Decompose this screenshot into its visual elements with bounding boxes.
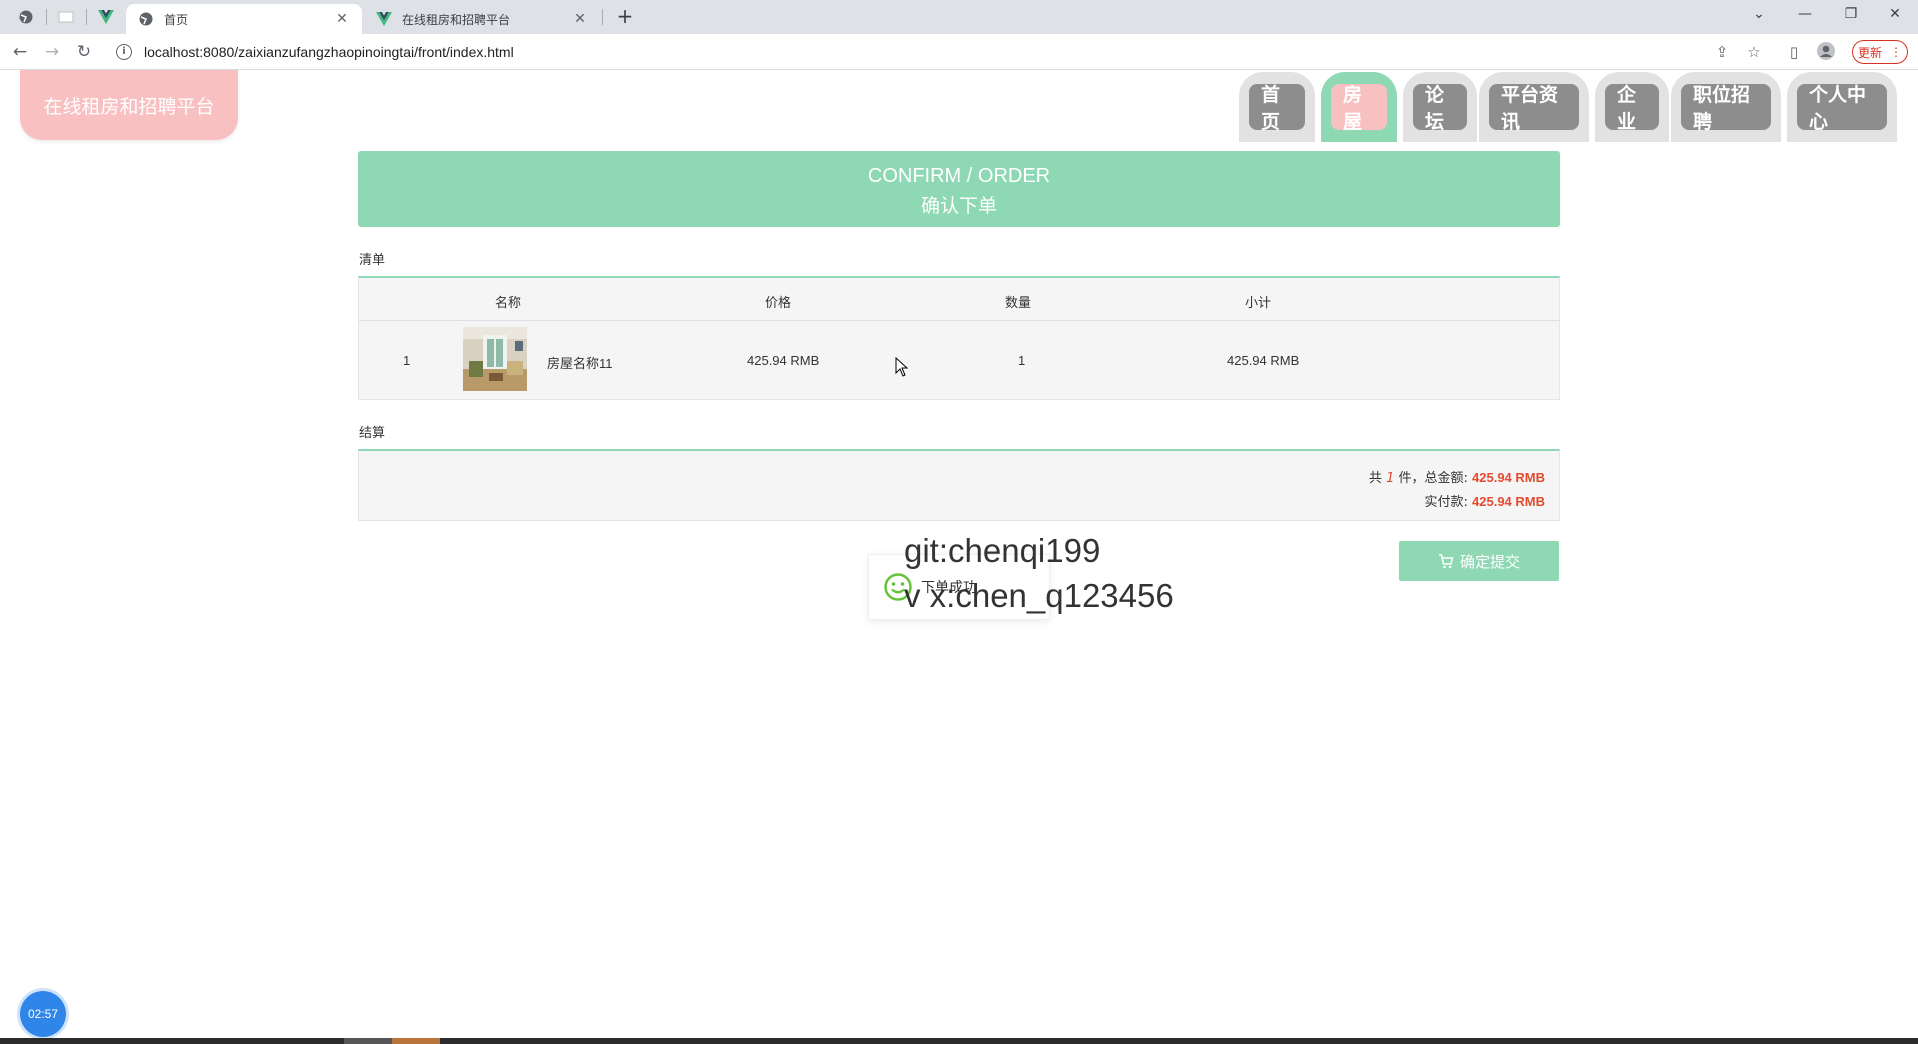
nav-label: 企业 — [1605, 84, 1659, 133]
nav-label: 论坛 — [1413, 84, 1467, 133]
back-arrow-icon[interactable]: ← — [8, 40, 32, 64]
settlement-section-label: 结算 — [359, 426, 386, 441]
blank-page-icon — [58, 11, 74, 23]
item-count: 1 — [1386, 471, 1395, 486]
order-list-table: 名称 价格 数量 小计 1 房屋名称11 425.94 RMB 1 425.94… — [358, 276, 1560, 400]
nav-home[interactable]: 首页 — [1239, 72, 1315, 142]
total-line: 共 1 件，总金额: 425.94 RMB — [1369, 467, 1545, 486]
column-header-price: 价格 — [765, 296, 792, 311]
more-menu-icon: ⋮ — [1890, 45, 1902, 59]
row-name: 房屋名称11 — [547, 356, 613, 371]
row-price: 425.94 RMB — [747, 353, 820, 368]
tab-platform[interactable]: 在线租房和招聘平台 ✕ — [364, 4, 600, 34]
nav-label: 平台资讯 — [1489, 84, 1579, 133]
sidebar-icon[interactable]: ▯ — [1784, 42, 1804, 62]
total-amount: 425.94 RMB — [1472, 470, 1545, 485]
profile-avatar-icon[interactable] — [1816, 42, 1836, 62]
row-qty: 1 — [1018, 353, 1026, 368]
row-divider — [359, 320, 1559, 321]
browser-toolbar: ← → ↻ i localhost:8080/zaixianzufangzhao… — [0, 34, 1918, 70]
column-header-qty: 数量 — [1005, 296, 1032, 311]
paid-amount: 425.94 RMB — [1472, 494, 1545, 509]
address-bar[interactable]: i localhost:8080/zaixianzufangzhaopinoin… — [108, 38, 1788, 66]
shopping-cart-icon — [1438, 553, 1454, 568]
close-window-button[interactable]: ✕ — [1872, 0, 1918, 30]
share-icon[interactable]: ⇪ — [1712, 42, 1732, 62]
tab-separator — [46, 9, 47, 25]
tab-title: 在线租房和招聘平台 — [402, 12, 511, 27]
house-thumbnail[interactable] — [463, 327, 527, 391]
nav-label: 首页 — [1249, 84, 1305, 133]
submit-label: 确定提交 — [1459, 552, 1520, 571]
paid-line: 实付款: 425.94 RMB — [1424, 491, 1545, 510]
total-prefix: 共 — [1368, 471, 1382, 486]
total-mid: 件，总金额: — [1398, 471, 1468, 486]
reload-icon[interactable]: ↻ — [72, 40, 96, 64]
close-icon[interactable]: ✕ — [572, 11, 588, 27]
globe-icon — [139, 12, 153, 26]
banner-title-en: CONFIRM / ORDER — [867, 165, 1051, 187]
star-icon[interactable]: ☆ — [1744, 42, 1764, 62]
list-section-label: 清单 — [359, 253, 386, 268]
close-icon[interactable]: ✕ — [334, 11, 350, 27]
restore-button[interactable]: ❐ — [1828, 0, 1874, 30]
site-info-icon[interactable]: i — [116, 44, 132, 60]
minimize-button[interactable]: — — [1782, 0, 1828, 30]
new-tab-button[interactable]: + — [612, 5, 638, 29]
nav-news[interactable]: 平台资讯 — [1479, 72, 1589, 142]
paid-prefix: 实付款: — [1424, 495, 1468, 510]
watermark-line-1: git:chenqi199 — [904, 532, 1101, 569]
site-logo[interactable]: 在线租房和招聘平台 — [20, 70, 238, 140]
nav-jobs[interactable]: 职位招聘 — [1671, 72, 1781, 142]
pinned-tab-vue[interactable] — [92, 6, 120, 28]
nav-user-center[interactable]: 个人中心 — [1787, 72, 1897, 142]
banner-title-cn: 确认下单 — [920, 195, 997, 217]
vue-logo-icon — [376, 12, 392, 26]
nav-label: 房屋 — [1331, 84, 1387, 133]
taskbar-edge — [0, 1038, 1918, 1044]
globe-icon — [19, 10, 33, 24]
floating-timer-badge[interactable]: 02:57 — [20, 991, 66, 1037]
confirm-order-banner: CONFIRM / ORDER 确认下单 — [358, 151, 1560, 227]
forward-arrow-icon[interactable]: → — [40, 40, 64, 64]
update-button[interactable]: 更新 ⋮ — [1852, 40, 1908, 64]
pinned-tab-blank[interactable] — [52, 6, 80, 28]
tab-search-chevron-icon[interactable]: ⌄ — [1736, 0, 1782, 30]
browser-tab-strip: 首页 ✕ 在线租房和招聘平台 ✕ + ⌄ — ❐ ✕ — [0, 0, 1918, 34]
column-header-subtotal: 小计 — [1245, 296, 1272, 311]
submit-order-button[interactable]: 确定提交 — [1399, 541, 1559, 581]
tab-separator — [86, 9, 87, 25]
nav-label: 职位招聘 — [1681, 84, 1771, 133]
tab-title: 首页 — [164, 12, 189, 27]
row-index: 1 — [403, 353, 411, 368]
column-header-name: 名称 — [495, 296, 522, 311]
taskbar-segment — [344, 1038, 392, 1044]
mouse-cursor-icon — [895, 356, 909, 381]
pinned-tab-globe[interactable] — [12, 6, 40, 28]
url-text[interactable]: localhost:8080/zaixianzufangzhaopinoingt… — [144, 44, 514, 60]
nav-enterprise[interactable]: 企业 — [1595, 72, 1669, 142]
watermark-line-2: v x:chen_q123456 — [904, 577, 1174, 614]
nav-housing[interactable]: 房屋 — [1321, 72, 1397, 142]
vue-logo-icon — [98, 10, 114, 24]
taskbar-segment — [392, 1038, 440, 1044]
update-label: 更新 — [1857, 45, 1882, 60]
tab-separator — [602, 9, 603, 25]
settlement-box: 共 1 件，总金额: 425.94 RMB 实付款: 425.94 RMB — [358, 449, 1560, 521]
row-subtotal: 425.94 RMB — [1227, 353, 1300, 368]
tab-home[interactable]: 首页 ✕ — [126, 4, 362, 34]
nav-forum[interactable]: 论坛 — [1403, 72, 1477, 142]
nav-label: 个人中心 — [1797, 84, 1887, 133]
